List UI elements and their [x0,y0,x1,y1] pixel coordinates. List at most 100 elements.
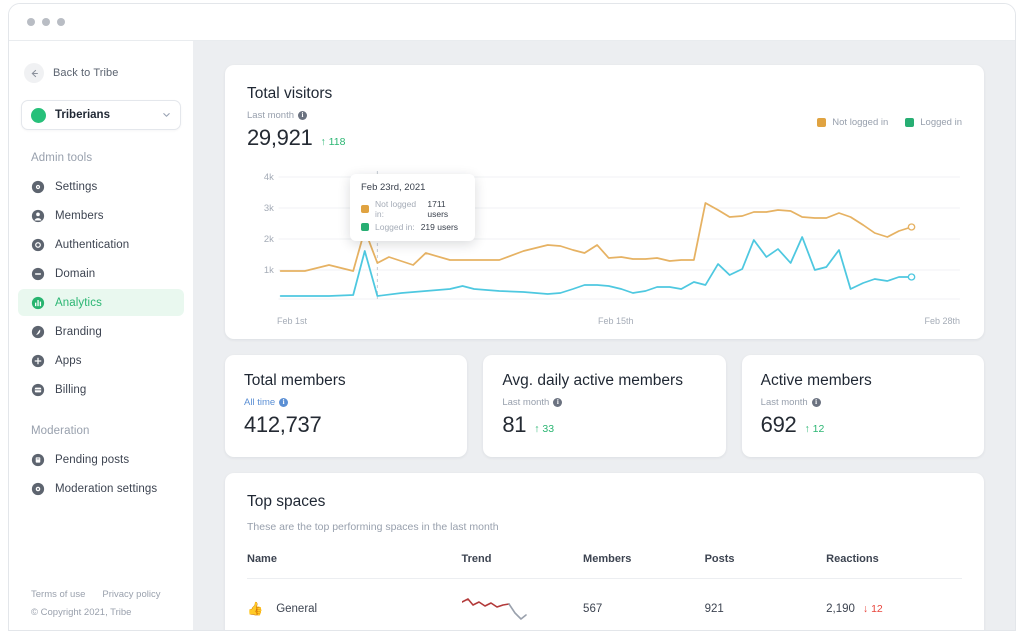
main-content: Total visitors Last month i 29,921 ↑ 118… [194,41,1015,630]
cell-posts: 921 [704,578,827,630]
tooltip-label: Not logged in: [375,199,417,219]
terms-of-use-link[interactable]: Terms of use [31,589,85,600]
top-spaces-table: Name Trend Members Posts Reactions 👍 Gen… [247,553,962,630]
window-dot-maximize[interactable] [57,18,65,26]
total-visitors-card: Total visitors Last month i 29,921 ↑ 118… [225,65,984,339]
analytics-icon [31,296,45,309]
stat-value-row: 412,737 [244,412,448,438]
sidebar-label: Members [55,209,104,222]
total-visitors-period: Last month [247,110,294,121]
stat-card-avg-daily-active-members: Avg. daily active members Last month i 8… [483,355,726,457]
legend-label: Not logged in [832,117,889,128]
sidebar-label: Moderation settings [55,482,158,495]
tooltip-label: Logged in: [375,222,415,232]
stat-period: Last month [502,397,550,408]
info-icon[interactable]: i [298,111,307,120]
back-to-tribe-button[interactable]: Back to Tribe [9,60,193,86]
stat-period: Last month [760,397,808,408]
sidebar-item-branding[interactable]: Branding [18,318,184,345]
column-header-posts[interactable]: Posts [704,553,827,579]
tooltip-date: Feb 23rd, 2021 [361,182,426,193]
sidebar: Back to Tribe Triberians Admin tools Set… [9,41,194,630]
section-title-moderation: Moderation [31,425,90,437]
stat-title: Avg. daily active members [502,372,683,389]
top-spaces-title: Top spaces [247,493,326,510]
stat-period[interactable]: All time [244,397,275,408]
branding-icon [31,325,45,338]
footer-links: Terms of use Privacy policy [31,589,160,600]
svg-text:1k: 1k [264,265,274,275]
info-icon[interactable]: i [279,398,289,407]
stat-value: 412,737 [244,412,322,437]
sidebar-label: Billing [55,383,87,396]
total-visitors-title: Total visitors [247,85,333,102]
window-dot-close[interactable] [27,18,35,26]
stat-value: 692 [760,412,797,437]
app-body: Back to Tribe Triberians Admin tools Set… [9,41,1015,630]
tooltip-swatch [361,205,369,213]
privacy-policy-link[interactable]: Privacy policy [102,589,160,600]
sidebar-item-domain[interactable]: Domain [18,260,184,287]
pending-posts-icon [31,453,45,466]
stat-card-active-members: Active members Last month i 692 ↑ 12 [741,355,984,457]
sidebar-label: Branding [55,325,102,338]
community-avatar [31,107,46,123]
x-tick-label: Feb 1st [277,316,308,326]
back-to-tribe-label: Back to Tribe [53,67,119,79]
total-visitors-delta: ↑ 118 [320,136,346,148]
tooltip-row-not-logged-in: Not logged in: 1711 users [361,199,464,219]
stat-period-row: Last month i [502,397,706,408]
section-title-admin-tools: Admin tools [31,152,93,164]
cell-trend [460,578,584,630]
info-icon[interactable]: i [811,398,821,407]
info-icon[interactable]: i [553,398,563,407]
table-row[interactable]: 👍 General 567 921 2,190 ↓ 12 [247,578,962,630]
total-visitors-value: 29,921 [247,125,313,150]
column-header-members[interactable]: Members [583,553,705,579]
thumbs-up-icon: 👍 [247,600,264,616]
legend-swatch [817,118,827,127]
sidebar-item-analytics[interactable]: Analytics [18,289,184,316]
sidebar-item-moderation-settings[interactable]: Moderation settings [18,475,184,502]
legend-label: Logged in [920,117,962,128]
stat-value-row: 692 ↑ 12 [761,412,965,438]
column-header-name[interactable]: Name [247,553,462,579]
visitors-chart[interactable]: 4k 3k 2k 1k Feb 1st Feb 15th Feb 28th Fe… [247,165,962,326]
sidebar-item-billing[interactable]: Billing [18,376,184,403]
sidebar-label: Settings [55,180,98,193]
sidebar-footer: Terms of use Privacy policy © Copyright … [31,589,160,618]
tooltip-value: 219 users [420,222,459,232]
svg-text:4k: 4k [264,172,274,182]
sidebar-item-members[interactable]: Members [18,202,184,229]
column-header-reactions[interactable]: Reactions [826,553,962,579]
copyright-text: © Copyright 2021, Tribe [31,607,132,618]
sidebar-item-settings[interactable]: Settings [18,173,184,200]
trend-sparkline [460,598,527,620]
community-selector[interactable]: Triberians [21,100,181,130]
sidebar-item-apps[interactable]: Apps [18,347,184,374]
moderation-settings-icon [31,482,45,495]
stat-title: Total members [244,372,346,389]
column-header-trend[interactable]: Trend [461,553,584,579]
chevron-down-icon [162,110,171,121]
sidebar-item-pending-posts[interactable]: Pending posts [18,446,184,473]
window-dot-minimize[interactable] [42,18,50,26]
legend-item-logged-in[interactable]: Logged in [905,117,962,128]
sidebar-item-authentication[interactable]: Authentication [18,231,184,258]
stat-period-row: Last month i [761,397,965,408]
top-spaces-card: Top spaces These are the top performing … [225,473,984,630]
legend-item-not-logged-in[interactable]: Not logged in [817,117,888,128]
x-tick-label: Feb 15th [597,316,634,326]
domain-icon [31,267,45,280]
sidebar-label: Domain [55,267,96,280]
members-icon [31,209,45,222]
stat-delta: ↑ 33 [534,423,555,435]
billing-icon [31,383,45,396]
chart-tooltip: Feb 23rd, 2021 Not logged in: 1711 users… [350,174,475,241]
chart-x-axis: Feb 1st Feb 15th Feb 28th [247,310,962,326]
window-titlebar [9,4,1015,41]
total-visitors-value-row: 29,921 ↑ 118 [247,125,962,151]
stat-card-total-members: Total members All time i 412,737 [225,355,468,457]
table-header-row: Name Trend Members Posts Reactions [247,553,962,579]
stats-row: Total members All time i 412,737 Avg. da… [225,355,984,457]
